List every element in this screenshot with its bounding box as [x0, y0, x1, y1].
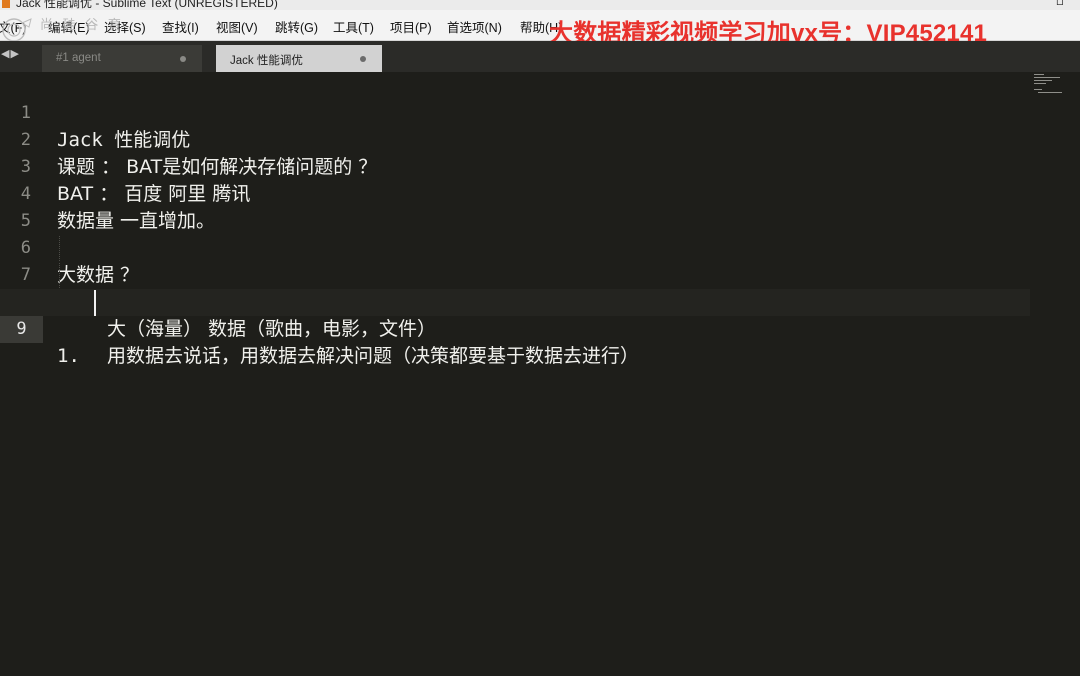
tab-scroll-arrows-icon[interactable]: ◀▶: [1, 47, 20, 60]
line-text: 大（海量） 数据（歌曲，电影，文件）: [107, 318, 437, 340]
modified-dot-icon[interactable]: [360, 56, 366, 62]
indent-guide: [59, 236, 61, 261]
code-line[interactable]: 4 数据量 一直增加。: [0, 154, 1030, 232]
code-line[interactable]: 3 BAT ： 百度 阿里 腾讯: [0, 127, 1030, 205]
code-line[interactable]: 2 课题 ： BAT是如何解决存储问题的 ？: [0, 100, 1030, 178]
menu-find[interactable]: 查找(I): [162, 17, 199, 36]
menu-view[interactable]: 视图(V): [216, 17, 258, 36]
tab-bar: ◀▶ #1 agent Jack 性能调优: [0, 41, 1080, 72]
window-restore-icon[interactable]: ▫: [1056, 0, 1064, 8]
minimap-line: [1038, 92, 1062, 93]
line-number-current: 9: [0, 316, 43, 343]
tab-label: Jack 性能调优: [230, 55, 303, 67]
tab-agent[interactable]: #1 agent: [42, 45, 202, 72]
code-line-current[interactable]: 9 1.: [0, 289, 1030, 367]
menu-preferences[interactable]: 首选项(N): [447, 17, 502, 36]
watermark-text: 尚 硅 谷 育: [40, 17, 124, 32]
modified-dot-icon[interactable]: [180, 56, 186, 62]
code-line[interactable]: 1 Jack 性能调优: [0, 73, 1030, 151]
minimap-line: [1034, 83, 1046, 84]
minimap-line: [1034, 77, 1060, 78]
code-line[interactable]: 8 用数据去说话，用数据去解决问题（决策都要基于数据去进行）: [0, 262, 1030, 367]
code-line[interactable]: 7 大（海量） 数据（歌曲，电影，文件）: [0, 235, 1030, 340]
minimap-line: [1034, 80, 1052, 81]
line-text: 1.: [57, 345, 80, 367]
window-titlebar: Jack 性能调优 - Sublime Text (UNREGISTERED) …: [0, 0, 1080, 10]
tab-label: #1 agent: [56, 52, 101, 64]
text-caret: [94, 290, 96, 316]
menu-tools[interactable]: 工具(T): [333, 17, 374, 36]
indent-guide: [59, 263, 61, 288]
menu-bar: 文(F) 编辑(E) 选择(S) 查找(I) 视图(V) 跳转(G) 工具(T)…: [0, 10, 1080, 47]
menu-goto[interactable]: 跳转(G): [275, 17, 318, 36]
minimap[interactable]: [1034, 72, 1068, 94]
minimap-line: [1034, 74, 1044, 75]
line-text: 用数据去说话，用数据去解决问题（决策都要基于数据去进行）: [107, 345, 640, 367]
menu-project[interactable]: 项目(P): [390, 17, 432, 36]
sublime-app-icon: [2, 0, 10, 8]
editor-area[interactable]: 1 Jack 性能调优 2 课题 ： BAT是如何解决存储问题的 ？ 3 BAT…: [0, 72, 1080, 676]
window-title: Jack 性能调优 - Sublime Text (UNREGISTERED): [16, 0, 278, 10]
minimap-line: [1034, 89, 1042, 90]
tab-jack-performance[interactable]: Jack 性能调优: [216, 45, 382, 72]
code-line[interactable]: 5: [0, 181, 1030, 231]
code-line[interactable]: 6 大数据 ？: [0, 208, 1030, 286]
